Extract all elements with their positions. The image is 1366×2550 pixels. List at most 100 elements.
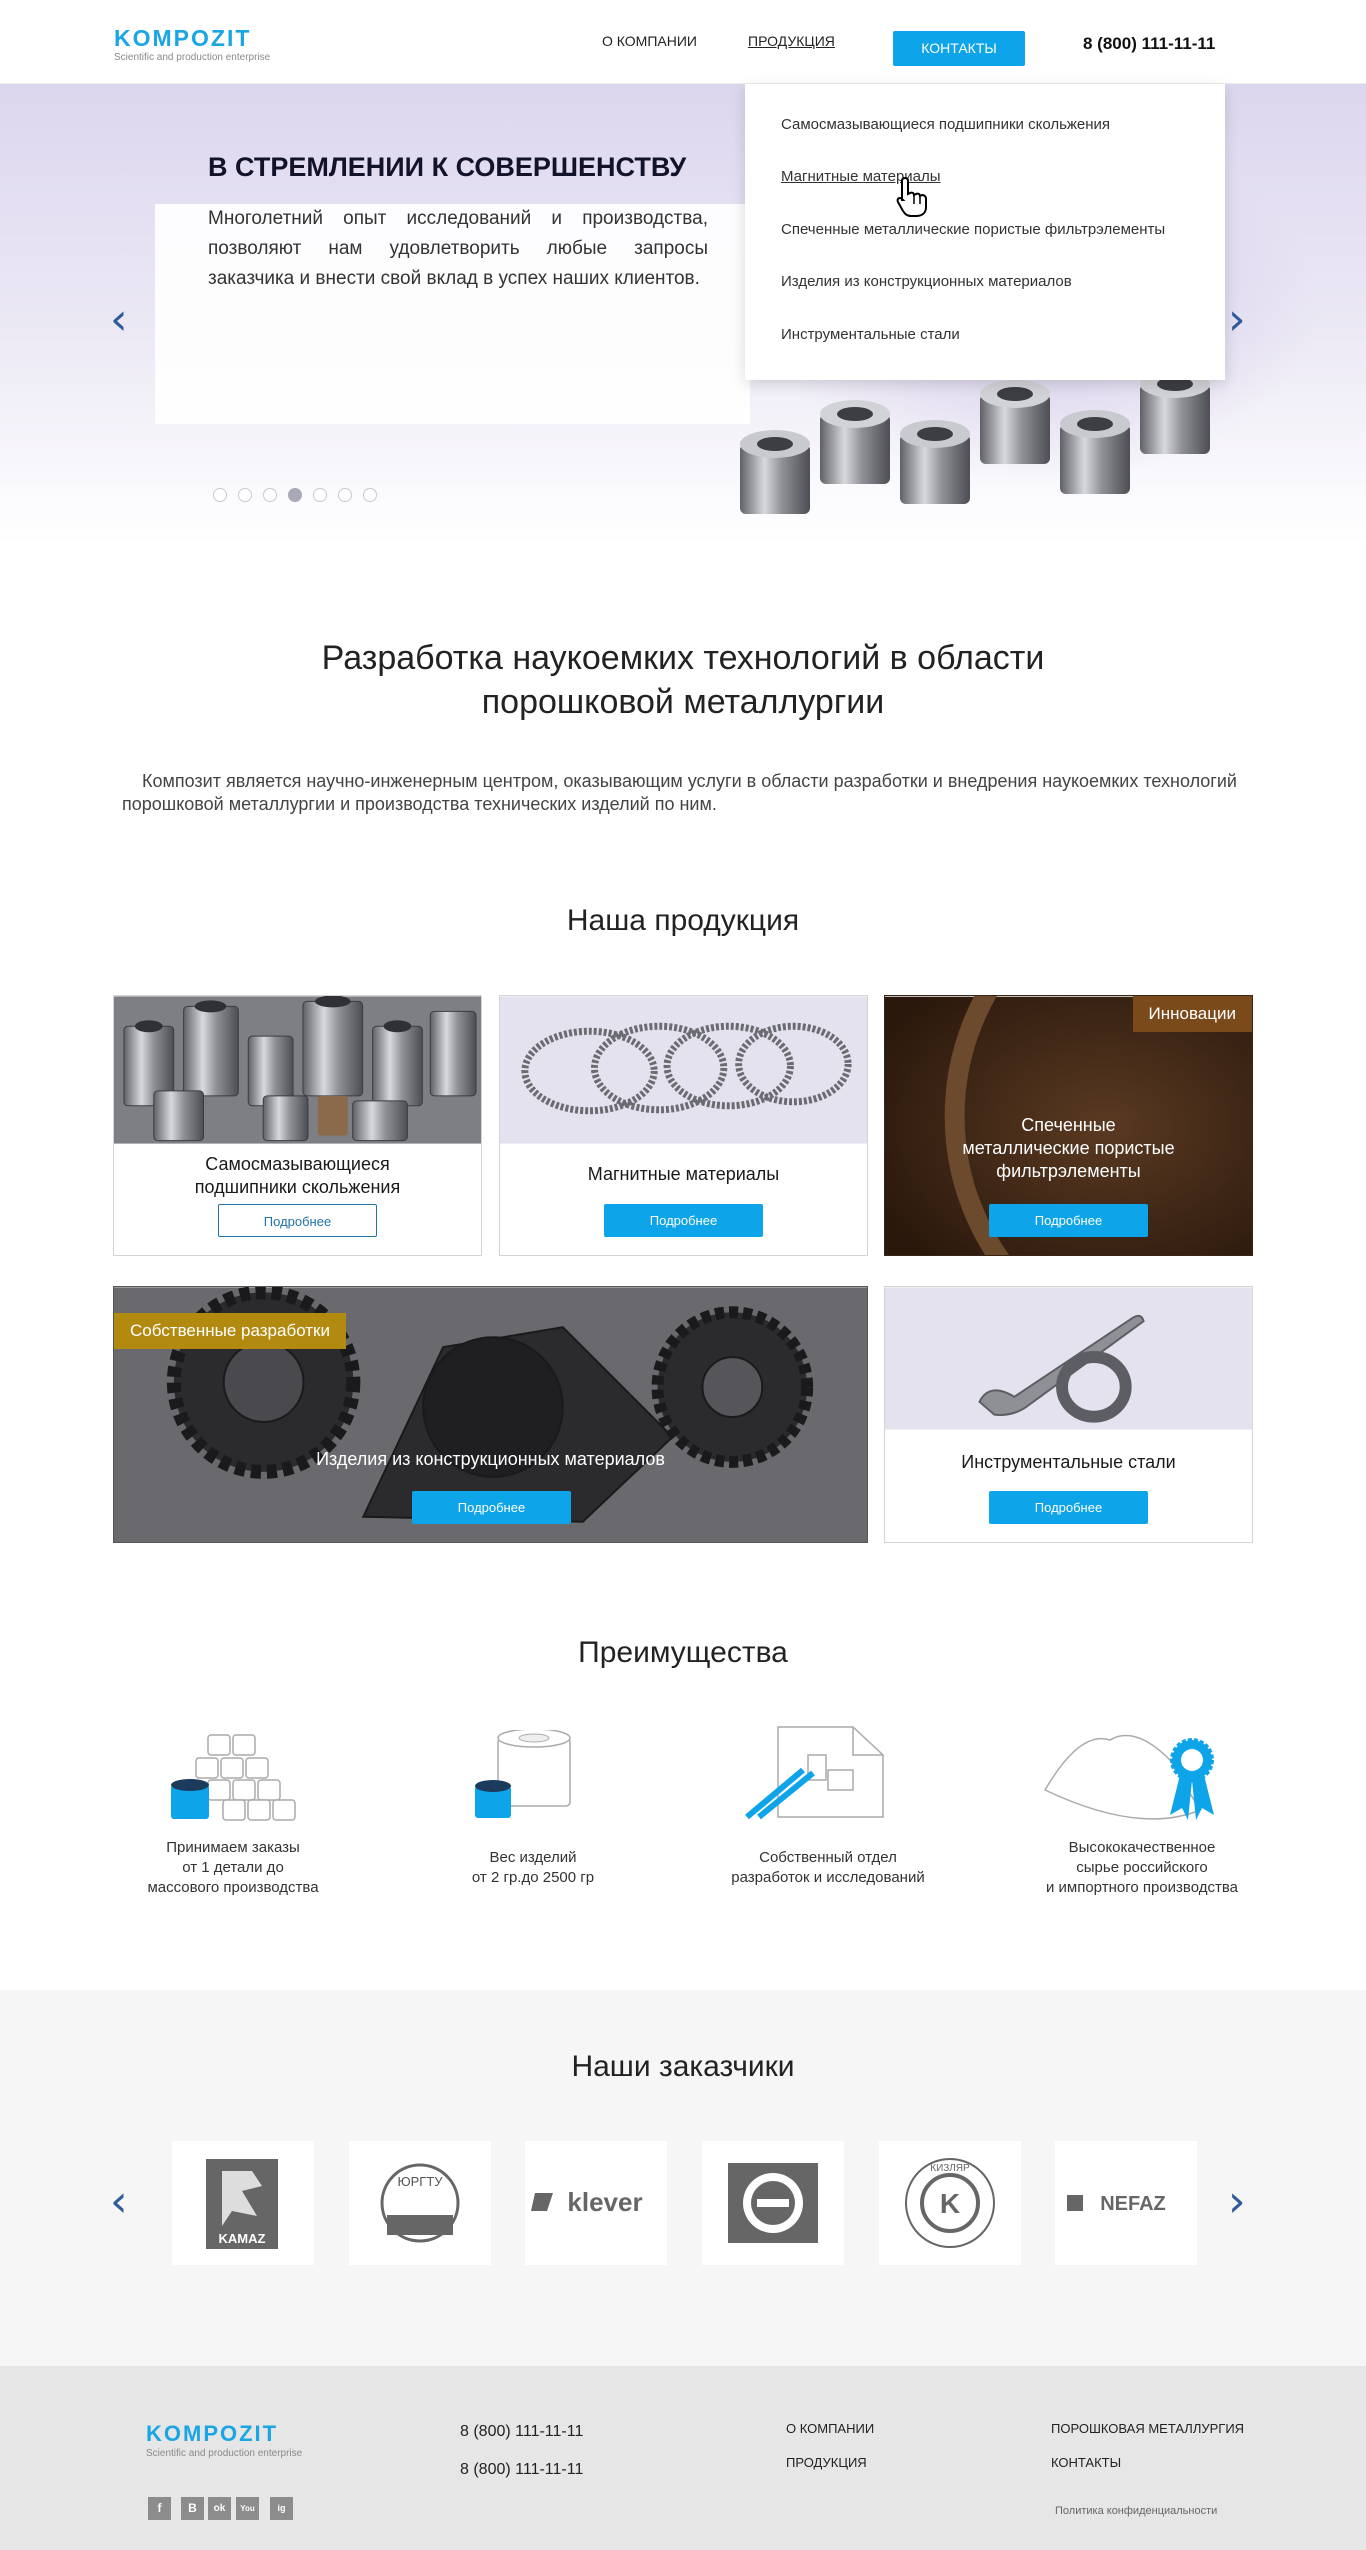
kizlyar-logo-mark: K КИЗЛЯР: [905, 2158, 995, 2248]
advantage-line1: Высококачественное: [1068, 1839, 1216, 1856]
intro-title-line2: порошковой металлургии: [481, 683, 885, 721]
dropdown-item-filters[interactable]: Спеченные металлические пористые фильтрэ…: [781, 221, 1165, 238]
advantage-line2: сырье российского: [1076, 1859, 1208, 1876]
emblem-logo[interactable]: [702, 2141, 844, 2265]
nav-about[interactable]: О КОМПАНИИ: [602, 33, 697, 49]
hero-next-arrow[interactable]: ›: [1228, 294, 1246, 345]
slider-dot[interactable]: [288, 488, 302, 502]
valve-image: [885, 1287, 1252, 1430]
advantage-line1: Вес изделий: [489, 1849, 577, 1866]
bushings-stack-icon: [171, 1734, 296, 1821]
bushings-image: [740, 370, 1210, 514]
footer-link-contacts[interactable]: КОНТАКТЫ: [1051, 2455, 1121, 2470]
footer-link-metallurgy[interactable]: ПОРОШКОВАЯ МЕТАЛЛУРГИЯ: [1051, 2421, 1244, 2436]
nefaz-logo-mark: NEFAZ: [1067, 2193, 1166, 2215]
slider-dot[interactable]: [238, 488, 252, 502]
blueprint-icon: [745, 1726, 884, 1820]
kizlyar-logo-text: КИЗЛЯР: [930, 2163, 970, 2174]
slider-dot[interactable]: [338, 488, 352, 502]
kamaz-logo-mark: KAMAZ: [206, 2159, 278, 2249]
bearings-image: [114, 996, 481, 1144]
kamaz-logo[interactable]: KAMAZ: [172, 2141, 314, 2265]
hero-prev-arrow[interactable]: ‹: [110, 294, 128, 345]
slider-dot[interactable]: [313, 488, 327, 502]
more-button[interactable]: Подробнее: [218, 1204, 377, 1237]
footer-phone-1[interactable]: 8 (800) 111-11-11: [460, 2423, 583, 2441]
advantage-weight: Вес изделий от 2 гр.до 2500 гр: [403, 1848, 663, 1888]
dropdown-item-tool-steels[interactable]: Инструментальные стали: [781, 326, 960, 343]
product-card-structural[interactable]: Собственные разработки Изделия из констр…: [113, 1286, 868, 1543]
intro-title-line1: Разработка наукоемких технологий в облас…: [321, 639, 1045, 677]
product-card-title: Изделия из конструкционных материалов: [316, 1449, 665, 1469]
products-title: Наша продукция: [566, 904, 800, 937]
clients-title: Наши заказчики: [571, 2050, 795, 2083]
slider-dot[interactable]: [213, 488, 227, 502]
contacts-button[interactable]: КОНТАКТЫ: [893, 31, 1025, 66]
footer-logo-text: KOMPOZIT: [146, 2421, 279, 2446]
more-button[interactable]: Подробнее: [989, 1491, 1148, 1524]
yurgtu-logo[interactable]: ЮРГТУ: [349, 2141, 491, 2265]
product-card-filters[interactable]: Инновации Спеченные металлические порист…: [884, 995, 1253, 1256]
privacy-policy-link[interactable]: Политика конфиденциальности: [1055, 2505, 1217, 2517]
footer-logo-subtitle: Scientific and production enterprise: [146, 2448, 303, 2459]
advantage-line3: массового производства: [147, 1879, 319, 1896]
slider-dot[interactable]: [263, 488, 277, 502]
footer-logo[interactable]: KOMPOZIT Scientific and production enter…: [146, 2421, 303, 2460]
slider-dots: [213, 488, 388, 507]
footer-phone-2[interactable]: 8 (800) 111-11-11: [460, 2461, 583, 2479]
card-title-line1: Самосмазывающиеся: [205, 1154, 390, 1174]
clients-next-arrow[interactable]: ›: [1228, 2176, 1246, 2227]
more-button[interactable]: Подробнее: [412, 1491, 571, 1524]
logo-text: KOMPOZIT: [114, 25, 252, 51]
slider-dot[interactable]: [363, 488, 377, 502]
product-card-title: Спеченные металлические пористые фильтрэ…: [885, 1114, 1252, 1183]
products-dropdown: Самосмазывающиеся подшипники скольжения …: [745, 84, 1225, 380]
more-button[interactable]: Подробнее: [989, 1204, 1148, 1237]
advantage-raw-materials: Высококачественное сырье российского и и…: [1012, 1838, 1272, 1898]
nefaz-logo-text: NEFAZ: [1100, 2193, 1166, 2215]
intro-title: Разработка наукоемких технологий в облас…: [0, 636, 1366, 724]
product-card-bearings[interactable]: Самосмазывающиеся подшипники скольжения …: [113, 995, 482, 1256]
card-title-line1: Спеченные: [1021, 1115, 1116, 1135]
hand-cursor-icon: [896, 176, 927, 217]
advantage-orders: Принимаем заказы от 1 детали до массовог…: [103, 1838, 363, 1898]
header-phone[interactable]: 8 (800) 111-11-11: [1083, 34, 1215, 54]
nefaz-logo[interactable]: NEFAZ: [1055, 2141, 1197, 2265]
advantage-line2: от 2 гр.до 2500 гр: [471, 1869, 595, 1886]
hero-title: В СТРЕМЛЕНИИ К СОВЕРШЕНСТВУ: [208, 152, 687, 182]
youtube-icon[interactable]: You: [236, 2497, 259, 2520]
nav-products[interactable]: ПРОДУКЦИЯ: [748, 33, 835, 49]
hero-text: Многолетний опыт исследований и производ…: [208, 208, 708, 289]
own-developments-badge: Собственные разработки: [114, 1313, 346, 1349]
footer-link-about[interactable]: О КОМПАНИИ: [786, 2421, 874, 2436]
klever-logo[interactable]: klever: [525, 2141, 667, 2265]
advantage-line2: разработок и исследований: [731, 1869, 925, 1886]
vk-icon[interactable]: В: [181, 2497, 204, 2520]
yurgtu-logo-text: ЮРГТУ: [397, 2174, 443, 2189]
more-button[interactable]: Подробнее: [604, 1204, 763, 1237]
clients-prev-arrow[interactable]: ‹: [110, 2176, 128, 2227]
yurgtu-logo-mark: ЮРГТУ: [380, 2163, 460, 2243]
klever-logo-mark: klever: [531, 2187, 643, 2217]
product-card-title: Магнитные материалы: [587, 1164, 780, 1184]
logo-subtitle: Scientific and production enterprise: [114, 52, 271, 63]
product-card-tool-steels[interactable]: Инструментальные стали Подробнее: [884, 1286, 1253, 1543]
footer-link-products[interactable]: ПРОДУКЦИЯ: [786, 2455, 867, 2470]
dropdown-item-bearings[interactable]: Самосмазывающиеся подшипники скольжения: [781, 116, 1110, 133]
advantage-line1: Принимаем заказы: [166, 1839, 300, 1856]
logo[interactable]: KOMPOZIT Scientific and production enter…: [114, 26, 270, 63]
odnoklassniki-icon[interactable]: ok: [208, 2497, 231, 2520]
quality-award-icon: [1043, 1734, 1214, 1820]
intro-text: Композит является научно-инженерным цент…: [122, 771, 1237, 814]
facebook-icon[interactable]: f: [148, 2497, 171, 2520]
advantage-rnd: Собственный отдел разработок и исследова…: [698, 1848, 958, 1888]
product-card-magnetic[interactable]: Магнитные материалы Подробнее: [499, 995, 868, 1256]
kizlyar-logo[interactable]: K КИЗЛЯР: [879, 2141, 1021, 2265]
card-title-line3: фильтрэлементы: [996, 1161, 1141, 1181]
product-card-title: Инструментальные стали: [961, 1452, 1176, 1472]
svg-text:K: K: [940, 2188, 960, 2219]
advantage-line2: от 1 детали до: [182, 1859, 284, 1876]
instagram-icon[interactable]: ig: [270, 2497, 293, 2520]
dropdown-item-structural[interactable]: Изделия из конструкционных материалов: [781, 273, 1072, 290]
magnetic-rings-image: [500, 996, 867, 1144]
